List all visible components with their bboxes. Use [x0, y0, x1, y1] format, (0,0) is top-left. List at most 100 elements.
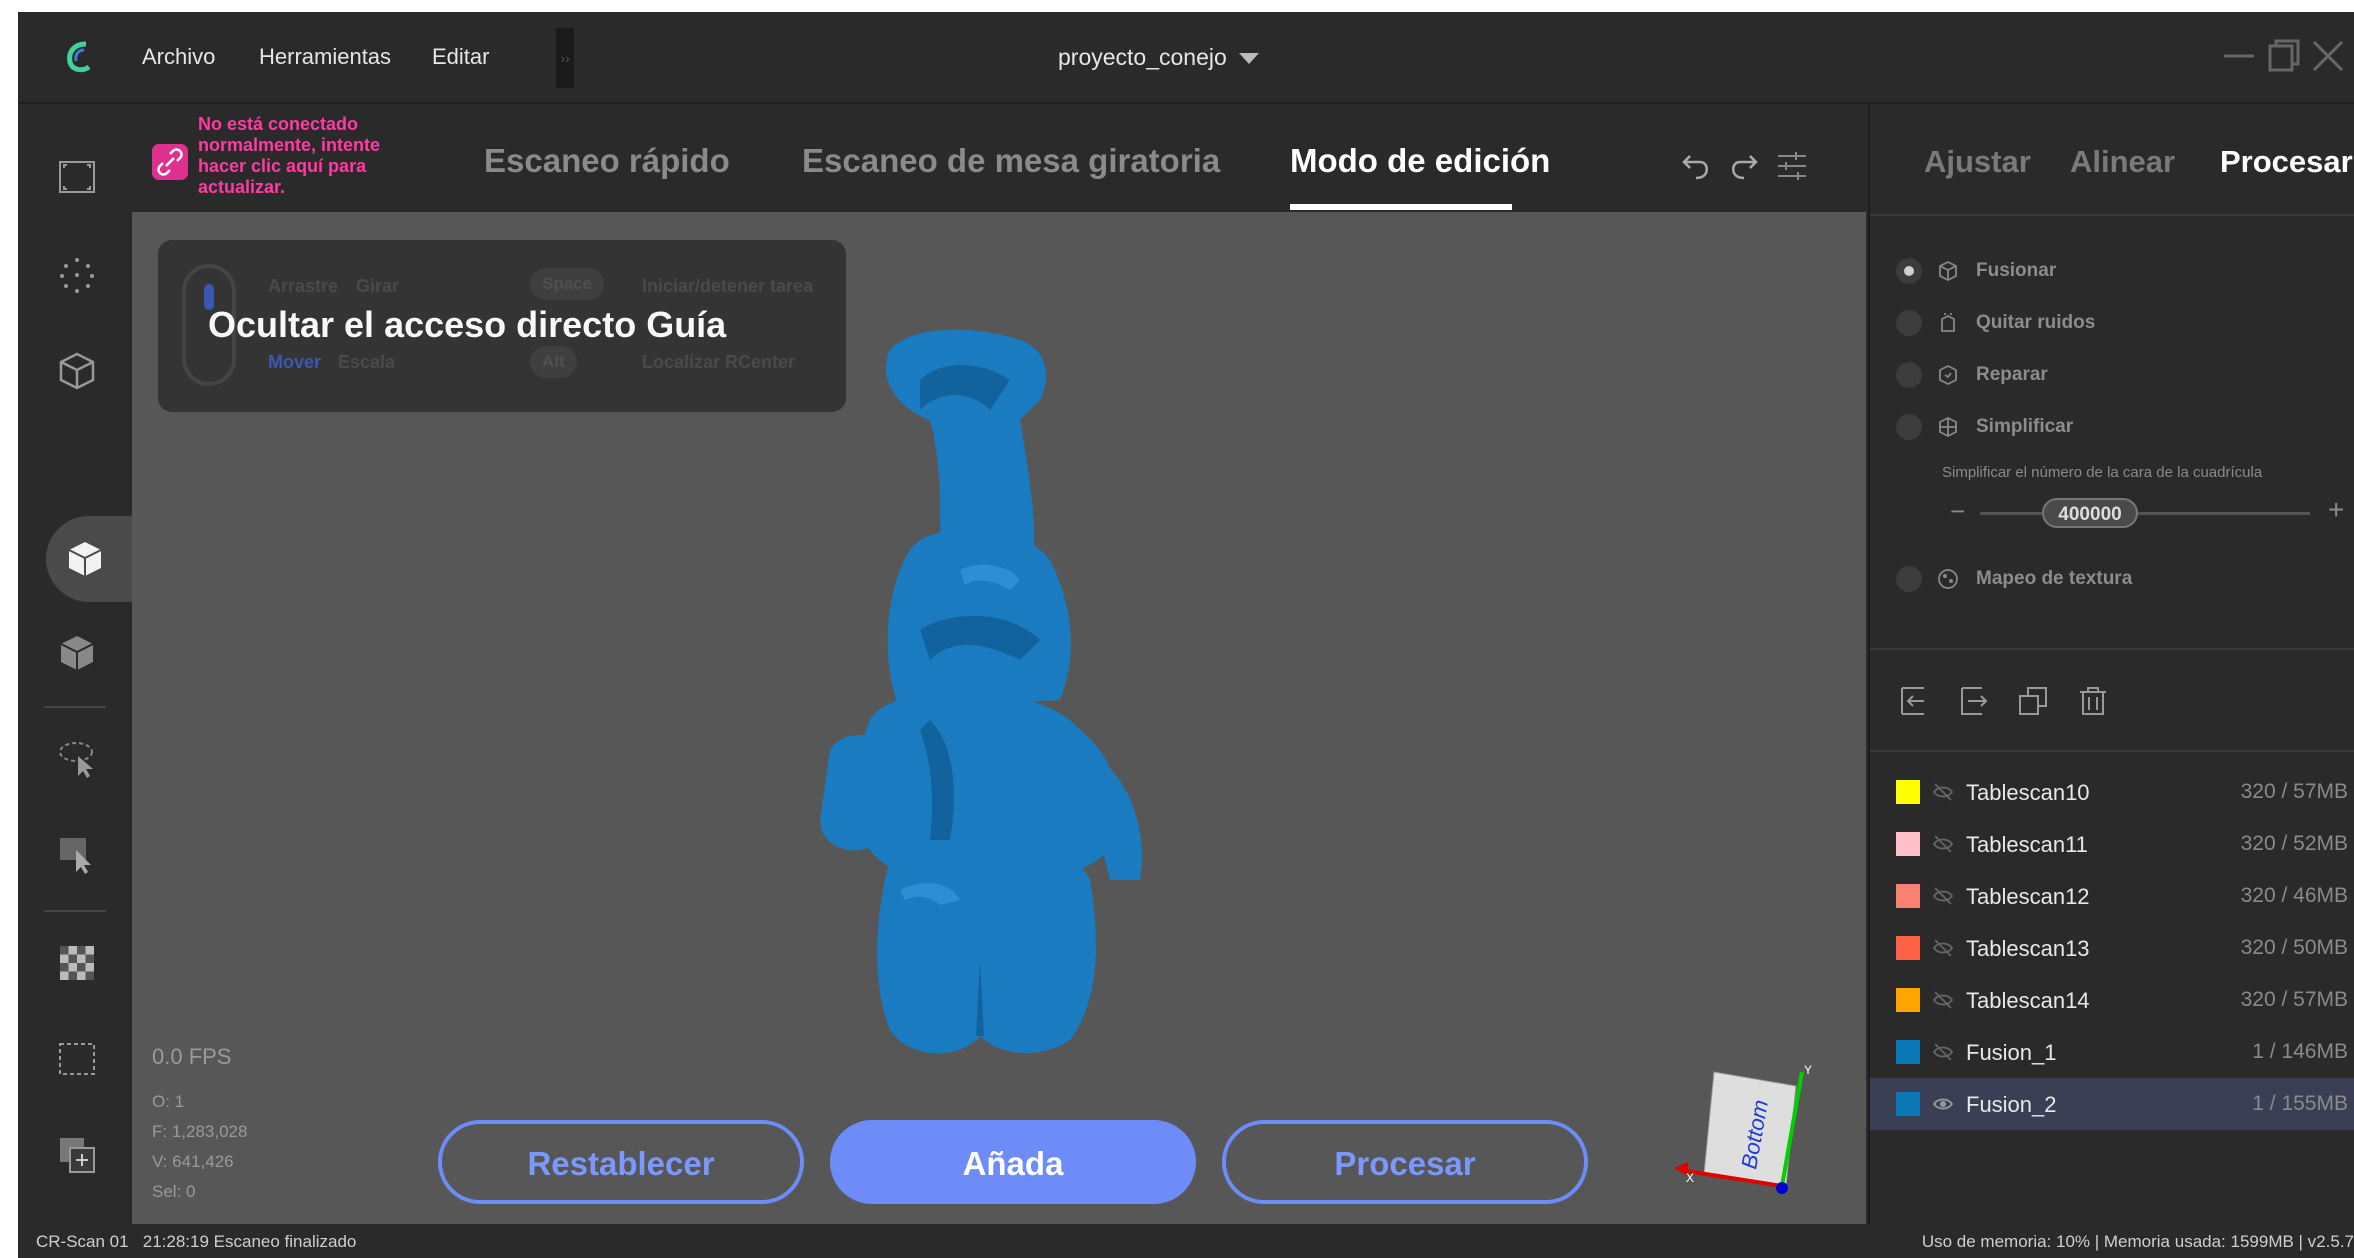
menu-herramientas[interactable]: Herramientas — [259, 44, 391, 70]
hidden-eye-icon[interactable] — [1932, 990, 1954, 1010]
denoise-icon — [1941, 313, 1955, 332]
scan-row-tablescan14[interactable]: Tablescan14 320 / 57MB — [1870, 974, 2354, 1026]
repair-radio[interactable] — [1896, 362, 1922, 388]
view-cube-x-label: X — [1686, 1171, 1694, 1185]
simplify-slider-value[interactable]: 400000 — [2042, 498, 2138, 528]
project-selector[interactable]: proyecto_conejo — [1058, 44, 1259, 71]
tab-edit-mode[interactable]: Modo de edición — [1290, 142, 1550, 180]
undo-icon[interactable] — [1678, 148, 1714, 184]
scan-name: Tablescan12 — [1966, 884, 2090, 909]
fit-view-icon[interactable] — [56, 156, 98, 198]
shortcut-guide[interactable]: Arrastre Girar Mover Escala Space Inicia… — [158, 240, 846, 412]
hidden-eye-icon[interactable] — [1932, 886, 1954, 906]
tab-quick-scan[interactable]: Escaneo rápido — [484, 142, 730, 180]
checker-background-icon[interactable] — [56, 942, 98, 984]
add-button[interactable]: Añada — [830, 1120, 1196, 1204]
simplify-radio[interactable] — [1896, 414, 1922, 440]
toolbar-collapse-handle[interactable]: ›› — [556, 28, 574, 88]
visible-eye-icon[interactable] — [1932, 1094, 1954, 1114]
texture-radio[interactable] — [1896, 566, 1922, 592]
export-icon[interactable] — [1956, 684, 1990, 718]
scan-info: 320 / 57MB — [2240, 988, 2348, 1011]
simplify-description: Simplificar el número de la cara de la c… — [1942, 464, 2263, 481]
scan-info: 320 / 46MB — [2240, 884, 2348, 907]
solid-cube-icon[interactable] — [64, 538, 106, 580]
lasso-select-icon[interactable] — [56, 738, 98, 780]
app-window: Archivo Herramientas Editar ›› proyecto_… — [18, 12, 2354, 1258]
panel-divider — [1870, 214, 2354, 216]
fuse-label: Fusionar — [1976, 260, 2057, 281]
status-message: CR-Scan 01 21:28:19 Escaneo finalizado — [36, 1232, 357, 1251]
color-swatch — [1896, 884, 1920, 908]
scan-row-fusion-1[interactable]: Fusion_1 1 / 146MB — [1870, 1026, 2354, 1078]
reset-button[interactable]: Restablecer — [438, 1120, 804, 1204]
import-icon[interactable] — [1896, 684, 1930, 718]
shortcut-rotate: Girar — [356, 276, 400, 296]
shortcut-space-key: Space — [530, 268, 605, 300]
stat-vertices: V: 641,426 — [152, 1152, 234, 1171]
redo-icon[interactable] — [1726, 148, 1762, 184]
menu-editar[interactable]: Editar — [432, 44, 489, 70]
scan-row-fusion-2[interactable]: Fusion_2 1 / 155MB — [1870, 1078, 2354, 1130]
add-layer-icon[interactable] — [56, 1134, 98, 1176]
broken-link-icon — [152, 144, 188, 180]
settings-sliders-icon[interactable] — [1774, 148, 1810, 184]
delete-icon[interactable] — [2076, 684, 2110, 718]
tab-align[interactable]: Alinear — [2070, 144, 2175, 180]
duplicate-icon[interactable] — [2016, 684, 2050, 718]
rect-select-icon[interactable] — [56, 834, 98, 876]
scan-name: Tablescan10 — [1966, 780, 2090, 805]
scan-name: Fusion_2 — [1966, 1092, 2057, 1117]
texture-label: Mapeo de textura — [1976, 568, 2133, 589]
menu-archivo[interactable]: Archivo — [142, 44, 215, 70]
scan-info: 320 / 57MB — [2240, 780, 2348, 803]
denoise-label: Quitar ruidos — [1976, 312, 2096, 333]
tab-adjust[interactable]: Ajustar — [1924, 144, 2031, 180]
connection-warning-text: No está conectado normalmente, intente h… — [198, 114, 381, 197]
hidden-eye-icon[interactable] — [1932, 1042, 1954, 1062]
point-cloud-icon[interactable] — [56, 254, 98, 296]
status-bar: CR-Scan 01 21:28:19 Escaneo finalizado U… — [18, 1224, 2354, 1258]
hidden-eye-icon[interactable] — [1932, 938, 1954, 958]
color-swatch — [1896, 832, 1920, 856]
slider-decrease-button[interactable]: − — [1950, 496, 1965, 527]
view-orientation-cube[interactable]: X Y Bottom — [1670, 1058, 1820, 1208]
close-icon[interactable] — [2308, 36, 2348, 76]
restore-icon[interactable] — [2264, 36, 2304, 76]
shortcut-move: Mover — [268, 352, 322, 372]
simplify-slider-track[interactable] — [1980, 512, 2310, 515]
shortcut-guide-toggle[interactable]: Ocultar el acceso directo Guía — [208, 304, 726, 346]
slider-increase-button[interactable]: + — [2328, 494, 2344, 526]
bounding-box-icon[interactable] — [56, 1038, 98, 1080]
fuse-radio[interactable] — [1896, 258, 1922, 284]
scan-row-tablescan13[interactable]: Tablescan13 320 / 50MB — [1870, 922, 2354, 974]
texture-icon — [1938, 569, 1958, 589]
tab-turntable-scan[interactable]: Escaneo de mesa giratoria — [802, 142, 1220, 180]
tab-process[interactable]: Procesar — [2220, 144, 2353, 180]
stat-objects: O: 1 — [152, 1092, 185, 1111]
color-swatch — [1896, 1040, 1920, 1064]
left-toolbar — [18, 104, 136, 1258]
textured-cube-icon[interactable] — [56, 632, 98, 674]
fps-counter: 0.0 FPS — [152, 1044, 232, 1069]
shortcut-space-action: Iniciar/detener tarea — [642, 276, 814, 296]
scan-info: 320 / 52MB — [2240, 832, 2348, 855]
app-logo-icon — [67, 41, 91, 73]
stat-selected: Sel: 0 — [152, 1182, 196, 1201]
denoise-radio[interactable] — [1896, 310, 1922, 336]
3d-viewport[interactable]: Arrastre Girar Mover Escala Space Inicia… — [132, 212, 1866, 1224]
repair-label: Reparar — [1976, 364, 2048, 385]
scan-name: Tablescan14 — [1966, 988, 2090, 1013]
scan-name: Tablescan13 — [1966, 936, 2090, 961]
hidden-eye-icon[interactable] — [1932, 782, 1954, 802]
minimize-icon[interactable] — [2220, 36, 2260, 76]
scanned-rabbit-model[interactable] — [780, 320, 1340, 1064]
process-button[interactable]: Procesar — [1222, 1120, 1588, 1204]
scan-row-tablescan10[interactable]: Tablescan10 320 / 57MB — [1870, 766, 2354, 818]
scan-row-tablescan12[interactable]: Tablescan12 320 / 46MB — [1870, 870, 2354, 922]
scan-row-tablescan11[interactable]: Tablescan11 320 / 52MB — [1870, 818, 2354, 870]
panel-divider — [1870, 648, 2354, 650]
memory-usage: Uso de memoria: 10% | Memoria usada: 159… — [1921, 1232, 2354, 1251]
wireframe-cube-icon[interactable] — [56, 350, 98, 392]
hidden-eye-icon[interactable] — [1932, 834, 1954, 854]
